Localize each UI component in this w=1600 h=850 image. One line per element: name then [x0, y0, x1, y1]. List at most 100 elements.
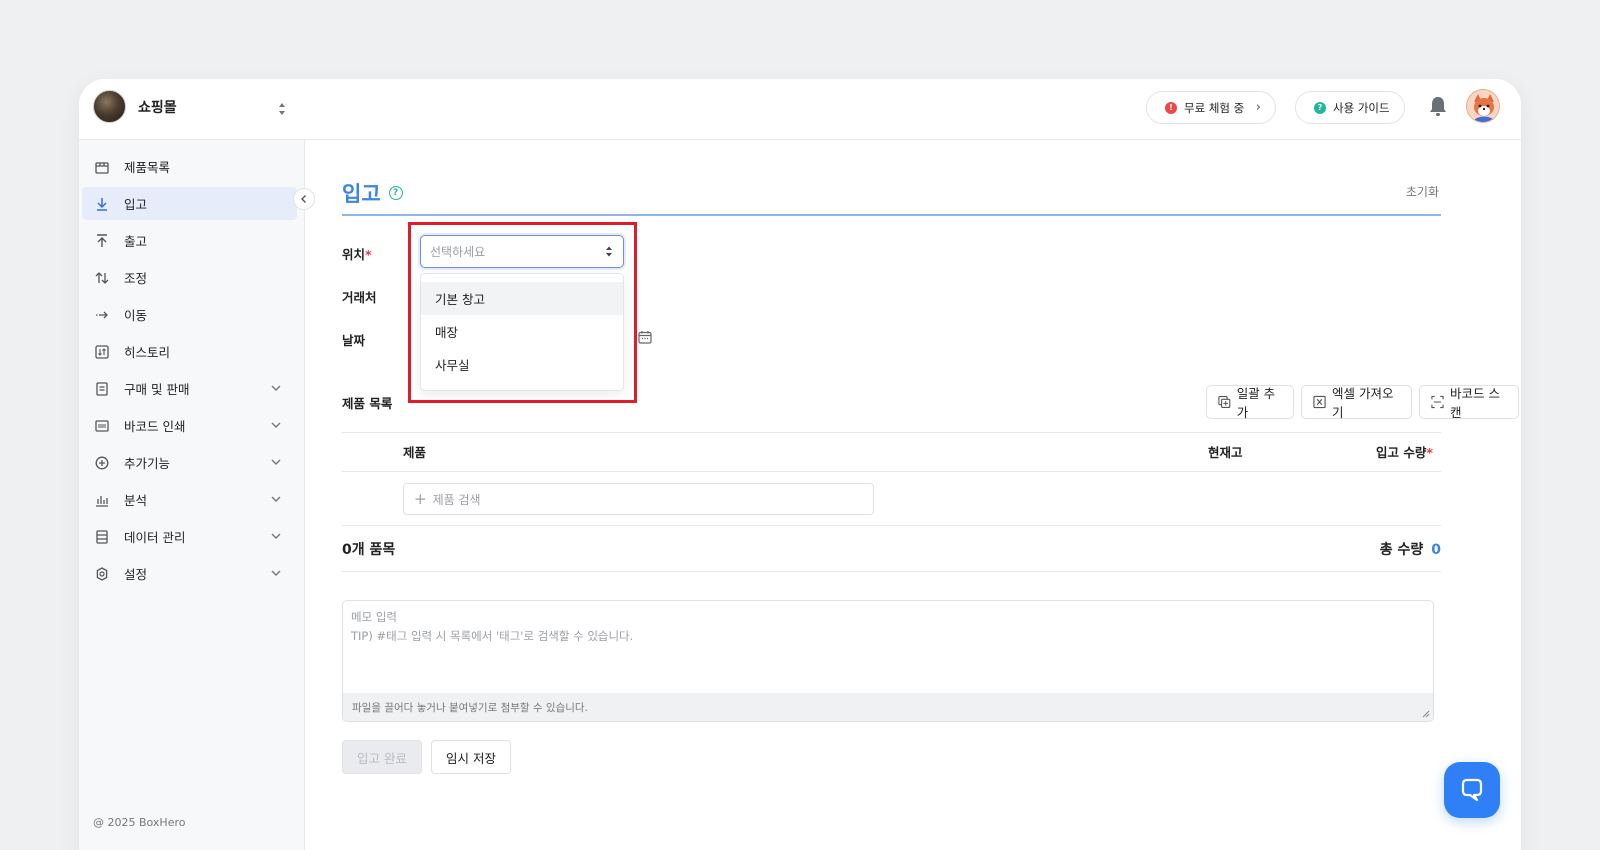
total-quantity-value: 0	[1431, 542, 1441, 558]
reset-button[interactable]: 초기화	[1406, 183, 1439, 200]
chevron-down-icon	[271, 422, 281, 428]
free-trial-label: 무료 체험 중	[1184, 100, 1245, 115]
main-content: 입고 ? 초기화 위치* 거래처 날짜 선택하세요 기본 창고 매장 사무실 제…	[305, 140, 1521, 850]
sidebar-item-label: 바코드 인쇄	[124, 419, 186, 434]
highlight-box	[408, 222, 637, 403]
column-header-qty-text: 입고 수량	[1376, 445, 1427, 460]
attachment-hint: 파일을 끌어다 놓거나 붙여넣기로 첨부할 수 있습니다.	[343, 693, 1433, 721]
save-draft-button[interactable]: 임시 저장	[431, 740, 511, 774]
copy-plus-icon	[1218, 396, 1231, 408]
sidebar-item-label: 제품목록	[124, 160, 171, 175]
sidebar-item-data-management[interactable]: 데이터 관리	[82, 520, 297, 553]
resize-handle-icon[interactable]	[1422, 710, 1430, 718]
copyright-footer: @ 2025 BoxHero	[93, 816, 186, 829]
excel-import-label: 엑셀 가져오기	[1332, 386, 1394, 420]
sidebar-item-settings[interactable]: 설정	[82, 557, 297, 590]
chevron-down-icon	[271, 459, 281, 465]
sidebar-item-products[interactable]: 제품목록	[82, 150, 297, 183]
location-label-text: 위치	[342, 247, 366, 262]
user-guide-label: 사용 가이드	[1333, 100, 1390, 115]
user-guide-button[interactable]: ? 사용 가이드	[1295, 91, 1405, 124]
user-avatar[interactable]	[1466, 89, 1500, 123]
question-icon: ?	[1314, 101, 1326, 114]
swap-vertical-icon	[94, 270, 110, 286]
excel-import-button[interactable]: 엑셀 가져오기	[1301, 385, 1412, 420]
barcode-icon	[94, 418, 110, 434]
page-title-text: 입고	[342, 182, 381, 206]
sidebar-item-label: 데이터 관리	[124, 530, 186, 545]
sidebar-item-label: 조정	[124, 271, 148, 286]
store-name: 쇼핑몰	[138, 99, 177, 116]
sidebar-item-move[interactable]: 이동	[82, 298, 297, 331]
page-title: 입고 ?	[342, 178, 403, 208]
sidebar-item-analytics[interactable]: 분석	[82, 483, 297, 516]
sidebar: 제품목록 입고 출고 조정 이동 히스토리 구매 및 판매 바코드 인쇄 추가기…	[79, 140, 305, 850]
table-bottom-divider	[342, 525, 1441, 526]
sidebar-item-label: 분석	[124, 493, 148, 508]
chevron-left-icon	[301, 195, 306, 203]
complete-stock-in-button[interactable]: 입고 완료	[342, 740, 422, 774]
sidebar-item-history[interactable]: 히스토리	[82, 335, 297, 368]
bulk-add-button[interactable]: 일괄 추가	[1206, 385, 1294, 420]
date-label: 날짜	[342, 333, 366, 348]
sidebar-item-add-ons[interactable]: 추가기능	[82, 446, 297, 479]
sidebar-item-purchase-sales[interactable]: 구매 및 판매	[82, 372, 297, 405]
box-icon	[94, 159, 110, 175]
top-bar: 쇼핑몰 ! 무료 체험 중 › ? 사용 가이드	[79, 79, 1521, 140]
sidebar-item-stock-in[interactable]: 입고	[82, 187, 297, 220]
product-search-placeholder: 제품 검색	[432, 492, 481, 507]
product-list-label: 제품 목록	[342, 396, 393, 411]
arrow-down-icon	[94, 196, 110, 212]
sidebar-collapse-button[interactable]	[293, 188, 315, 210]
store-switcher[interactable]: 쇼핑몰	[93, 90, 177, 123]
arrow-right-dashed-icon	[94, 307, 110, 323]
memo-placeholder-line1: 메모 입력	[351, 610, 397, 624]
sort-arrows-icon[interactable]	[277, 101, 287, 117]
plus-icon: +	[414, 490, 427, 508]
sidebar-item-label: 설정	[124, 567, 148, 582]
summary-divider	[342, 571, 1441, 572]
barcode-scan-button[interactable]: 바코드 스캔	[1419, 385, 1519, 420]
memo-placeholder-line2: TIP) #태그 입력 시 목록에서 '태그'로 검색할 수 있습니다.	[351, 629, 634, 643]
required-mark: *	[365, 247, 372, 262]
calendar-icon[interactable]	[638, 330, 652, 344]
chevron-right-icon: ›	[1255, 100, 1261, 115]
chevron-down-icon	[271, 533, 281, 539]
total-quantity-label: 총 수량	[1379, 542, 1424, 558]
bell-icon[interactable]	[1427, 94, 1449, 118]
alert-icon: !	[1165, 101, 1177, 114]
sidebar-item-label: 입고	[124, 197, 148, 212]
help-icon[interactable]: ?	[388, 186, 403, 200]
store-avatar	[93, 90, 126, 123]
title-divider	[342, 214, 1441, 216]
product-search-input[interactable]: + 제품 검색	[403, 483, 874, 515]
free-trial-button[interactable]: ! 무료 체험 중 ›	[1146, 91, 1276, 124]
chevron-down-icon	[271, 385, 281, 391]
sidebar-item-adjust[interactable]: 조정	[82, 261, 297, 294]
chat-support-button[interactable]	[1444, 762, 1500, 818]
chat-bubble-icon	[1461, 778, 1483, 802]
table-top-divider	[342, 432, 1441, 433]
gear-icon	[94, 566, 110, 582]
memo-textarea[interactable]: 메모 입력 TIP) #태그 입력 시 목록에서 '태그'로 검색할 수 있습니…	[342, 600, 1434, 722]
sidebar-item-barcode-print[interactable]: 바코드 인쇄	[82, 409, 297, 442]
sidebar-item-label: 구매 및 판매	[124, 382, 190, 397]
database-icon	[94, 529, 110, 545]
plus-circle-icon	[94, 455, 110, 471]
item-count: 0개 품목	[342, 542, 396, 558]
required-mark: *	[1426, 445, 1433, 460]
total-quantity: 총 수량 0	[1380, 539, 1441, 559]
location-label: 위치*	[342, 244, 372, 263]
excel-icon	[1313, 395, 1326, 409]
bulk-add-label: 일괄 추가	[1236, 386, 1276, 420]
column-header-qty: 입고 수량*	[1376, 442, 1433, 461]
barcode-scan-label: 바코드 스캔	[1449, 386, 1500, 420]
table-header-divider	[342, 471, 1441, 472]
scan-icon	[1431, 395, 1444, 409]
app-window: 쇼핑몰 ! 무료 체험 중 › ? 사용 가이드 제품목록 입고 출고 조정 이…	[79, 79, 1521, 850]
partner-label: 거래처	[342, 290, 377, 305]
column-header-product: 제품	[403, 445, 427, 460]
sidebar-item-stock-out[interactable]: 출고	[82, 224, 297, 257]
column-header-stock: 현재고	[1208, 445, 1243, 460]
sidebar-item-label: 추가기능	[124, 456, 171, 471]
